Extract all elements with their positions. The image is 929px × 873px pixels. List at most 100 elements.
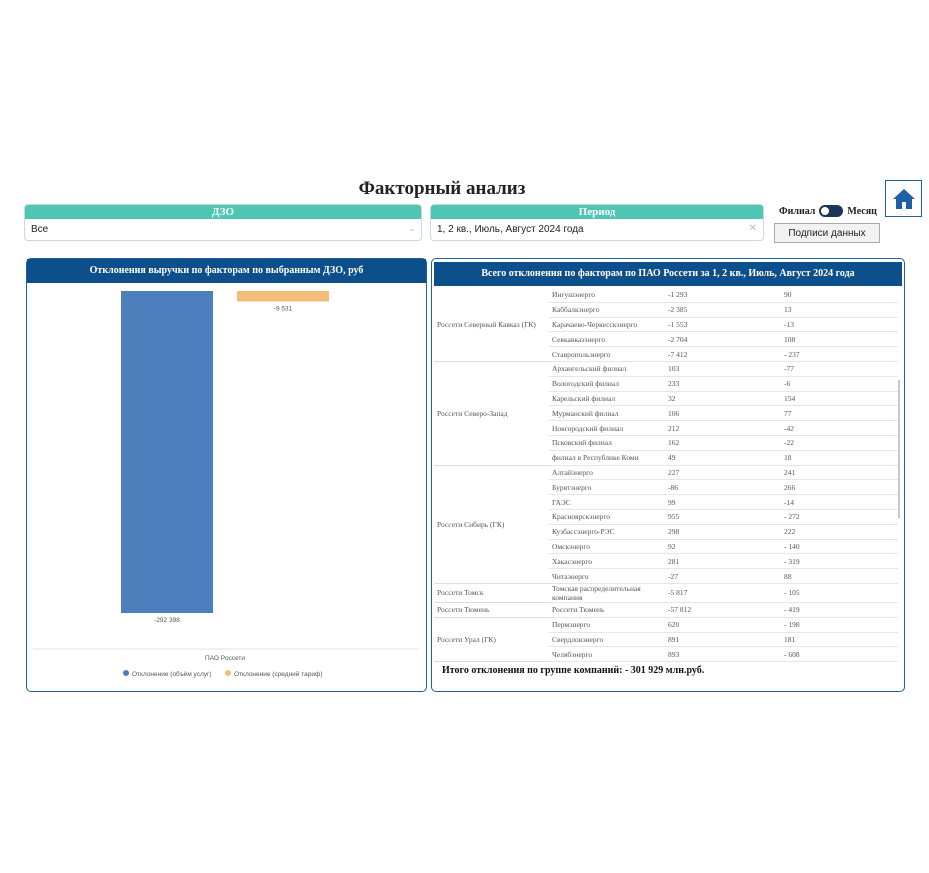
- tariff-deviation-cell: -22: [781, 435, 898, 451]
- company-cell: Ингушэнерго: [549, 288, 665, 303]
- company-cell: Омскэнерго: [549, 539, 665, 555]
- tariff-deviation-cell: - 319: [781, 553, 898, 570]
- volume-deviation-cell: 92: [665, 539, 781, 555]
- volume-deviation-cell: 955: [665, 509, 781, 525]
- volume-deviation-cell: -86: [665, 479, 781, 496]
- group-name-cell: Россети Тюмень: [434, 602, 549, 618]
- chevron-down-icon[interactable]: ⌄: [408, 223, 416, 234]
- company-cell: Бурятэнерго: [549, 479, 665, 496]
- data-labels-button[interactable]: Подписи данных: [774, 223, 880, 243]
- toggle-right-label: Месяц: [847, 205, 877, 217]
- company-cell: Псковский филиал: [549, 435, 665, 451]
- table-row: Россети Сибирь (ГК) Алтайэнерго 227 241: [434, 465, 898, 584]
- volume-deviation-cell: 212: [665, 420, 781, 436]
- company-cell: Ставропольэнерго: [549, 346, 665, 362]
- period-slicer-label: Период: [431, 205, 763, 219]
- bar-chart: -292 398 -9 531 ПАО Россети Отклонение (объ…: [33, 291, 419, 678]
- volume-deviation-cell: 32: [665, 391, 781, 407]
- group-name-cell: Россети Северо-Запад: [434, 361, 549, 466]
- period-slicer[interactable]: Период 1, 2 кв., Июль, Август 2024 года …: [430, 204, 764, 241]
- toggle-switch[interactable]: [819, 205, 844, 217]
- volume-deviation-cell: -57 812: [665, 602, 781, 618]
- company-cell: Красноярскэнерго: [549, 509, 665, 525]
- chart-panel: Отклонения выручки по факторам по выбран…: [26, 258, 427, 692]
- company-cell: Читаэнерго: [549, 568, 665, 584]
- table-row: Россети Томск Томская распределительная к…: [434, 583, 898, 603]
- company-cell: Хакасэнерго: [549, 553, 665, 570]
- tariff-deviation-cell: 181: [781, 632, 898, 648]
- company-cell: Севкавказэнерго: [549, 331, 665, 348]
- tariff-deviation-cell: -14: [781, 494, 898, 510]
- legend-item[interactable]: Отклонение (средний тариф): [234, 670, 323, 678]
- tariff-deviation-cell: 13: [781, 302, 898, 318]
- table-scroll-area[interactable]: Россети Северный Кавказ (ГК) Ингушэнерго -…: [434, 288, 898, 662]
- company-cell: Россети Тюмень: [549, 602, 665, 618]
- company-cell: Пермэнерго: [549, 617, 665, 633]
- company-cell: Челябэнерго: [549, 646, 665, 662]
- tariff-deviation-cell: - 105: [781, 583, 898, 603]
- volume-deviation-cell: -5 817: [665, 583, 781, 603]
- tariff-deviation-cell: - 608: [781, 646, 898, 662]
- group-name-cell: Россети Урал (ГК): [434, 617, 549, 662]
- bar-series-1[interactable]: [121, 291, 213, 613]
- company-cell: Архангельский филиал: [549, 361, 665, 377]
- company-cell: Вологодский филиал: [549, 376, 665, 392]
- table-row: Россети Северо-Запад Архангельский филиал…: [434, 361, 898, 466]
- period-slicer-value: 1, 2 кв., Июль, Август 2024 года: [437, 224, 584, 235]
- table-row: Россети Северный Кавказ (ГК) Ингушэнерго -…: [434, 288, 898, 362]
- tariff-deviation-cell: - 272: [781, 509, 898, 525]
- volume-deviation-cell: 891: [665, 632, 781, 648]
- tariff-deviation-cell: 266: [781, 479, 898, 496]
- table-row: Россети Урал (ГК) Пермэнерго 620- 198: [434, 617, 898, 662]
- company-cell: Новгородский филиал: [549, 420, 665, 436]
- tariff-deviation-cell: 241: [781, 465, 898, 481]
- dzo-slicer-label: ДЗО: [25, 205, 421, 219]
- volume-deviation-cell: 49: [665, 450, 781, 466]
- company-cell: Свердловэнерго: [549, 632, 665, 648]
- table-scrollbar[interactable]: [898, 380, 900, 518]
- volume-deviation-cell: 227: [665, 465, 781, 481]
- tariff-deviation-cell: 88: [781, 568, 898, 584]
- group-name-cell: Россети Северный Кавказ (ГК): [434, 288, 549, 362]
- volume-deviation-cell: -2 385: [665, 302, 781, 318]
- company-cell: Томская распределительная компания: [549, 583, 665, 603]
- home-button[interactable]: [885, 180, 922, 217]
- dzo-slicer-value: Все: [31, 224, 49, 235]
- legend-marker: [123, 670, 129, 676]
- tariff-deviation-cell: - 198: [781, 617, 898, 633]
- volume-deviation-cell: -1 553: [665, 317, 781, 333]
- group-name-cell: Россети Томск: [434, 583, 549, 603]
- volume-deviation-cell: 893: [665, 646, 781, 662]
- company-cell: филиал в Республике Коми: [549, 450, 665, 466]
- volume-deviation-cell: -27: [665, 568, 781, 584]
- x-tick-label: ПАО Россети: [205, 655, 245, 662]
- volume-deviation-cell: 233: [665, 376, 781, 392]
- tariff-deviation-cell: -77: [781, 361, 898, 377]
- table-row: Россети Тюмень Россети Тюмень -57 812- 419: [434, 602, 898, 618]
- group-name-cell: Россети Сибирь (ГК): [434, 465, 549, 584]
- tariff-deviation-cell: 18: [781, 450, 898, 466]
- tariff-deviation-cell: -6: [781, 376, 898, 392]
- table-panel-title: Всего отклонения по факторам по ПАО Росс…: [434, 262, 902, 286]
- toggle-left-label: Филиал: [779, 205, 816, 217]
- dzo-slicer[interactable]: ДЗО Все ⌄: [24, 204, 422, 241]
- volume-deviation-cell: -1 293: [665, 288, 781, 303]
- legend-marker: [225, 670, 231, 676]
- company-cell: Карачаево-Черкесскэнерго: [549, 317, 665, 333]
- table-total: Итого отклонения по группе компаний: - 3…: [442, 665, 705, 676]
- company-cell: Алтайэнерго: [549, 465, 665, 481]
- volume-deviation-cell: -7 412: [665, 346, 781, 362]
- tariff-deviation-cell: - 140: [781, 539, 898, 555]
- legend-item[interactable]: Отклонение (объём услуг): [132, 670, 212, 678]
- volume-deviation-cell: 620: [665, 617, 781, 633]
- company-cell: Карельский филиал: [549, 391, 665, 407]
- company-cell: Кузбассэнерго-РЭС: [549, 524, 665, 540]
- tariff-deviation-cell: - 419: [781, 602, 898, 618]
- tariff-deviation-cell: 77: [781, 405, 898, 422]
- chart-panel-title: Отклонения выручки по факторам по выбран…: [27, 259, 426, 283]
- branch-month-toggle[interactable]: Филиал Месяц: [779, 205, 877, 217]
- volume-deviation-cell: 106: [665, 405, 781, 422]
- volume-deviation-cell: 162: [665, 435, 781, 451]
- clear-icon[interactable]: ✕: [749, 223, 757, 234]
- bar-series-2[interactable]: [237, 291, 329, 302]
